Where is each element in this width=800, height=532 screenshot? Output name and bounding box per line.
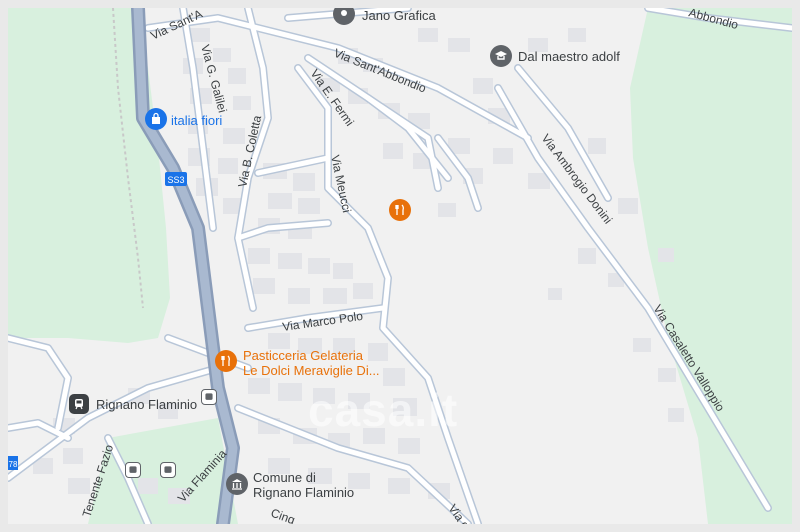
train-icon[interactable] <box>69 394 89 414</box>
poi-label-comune-line1[interactable]: Comune di <box>253 470 316 485</box>
route-shield-left: 78 <box>8 456 18 470</box>
map-view[interactable]: Via Sant'A Via G. Galilei Via Sant'Abbon… <box>8 8 792 524</box>
restaurant-icon[interactable] <box>215 350 237 372</box>
watermark-logo: casa.it <box>308 384 459 436</box>
restaurant-icon[interactable] <box>389 199 411 221</box>
svg-text:SS3: SS3 <box>167 175 184 185</box>
bus-icon[interactable] <box>160 462 176 478</box>
bus-icon[interactable] <box>125 462 141 478</box>
route-shield-ss3: SS3 <box>165 172 187 186</box>
poi-label-comune-line2[interactable]: Rignano Flaminio <box>253 485 354 500</box>
town-hall-icon[interactable] <box>226 473 248 495</box>
poi-label-italia-fiori[interactable]: italia fiori <box>171 113 222 128</box>
school-icon[interactable] <box>490 45 512 67</box>
poi-label-pasticceria-line2[interactable]: Le Dolci Meraviglie Di... <box>243 363 380 378</box>
bus-icon[interactable] <box>201 389 217 405</box>
shopping-bag-icon[interactable] <box>145 108 167 130</box>
poi-label-jano-grafica[interactable]: Jano Grafica <box>362 8 436 23</box>
poi-label-rignano-flaminio-station[interactable]: Rignano Flaminio <box>96 397 197 412</box>
map-canvas[interactable]: Via Sant'A Via G. Galilei Via Sant'Abbon… <box>8 8 792 524</box>
poi-label-dal-maestro-adolf[interactable]: Dal maestro adolf <box>518 49 620 64</box>
poi-label-pasticceria-line1[interactable]: Pasticceria Gelateria <box>243 348 363 363</box>
park-area-right <box>630 8 792 524</box>
street-label-cinq: Cinq <box>269 506 297 524</box>
svg-text:78: 78 <box>9 460 18 469</box>
map-frame: Via Sant'A Via G. Galilei Via Sant'Abbon… <box>0 0 800 532</box>
